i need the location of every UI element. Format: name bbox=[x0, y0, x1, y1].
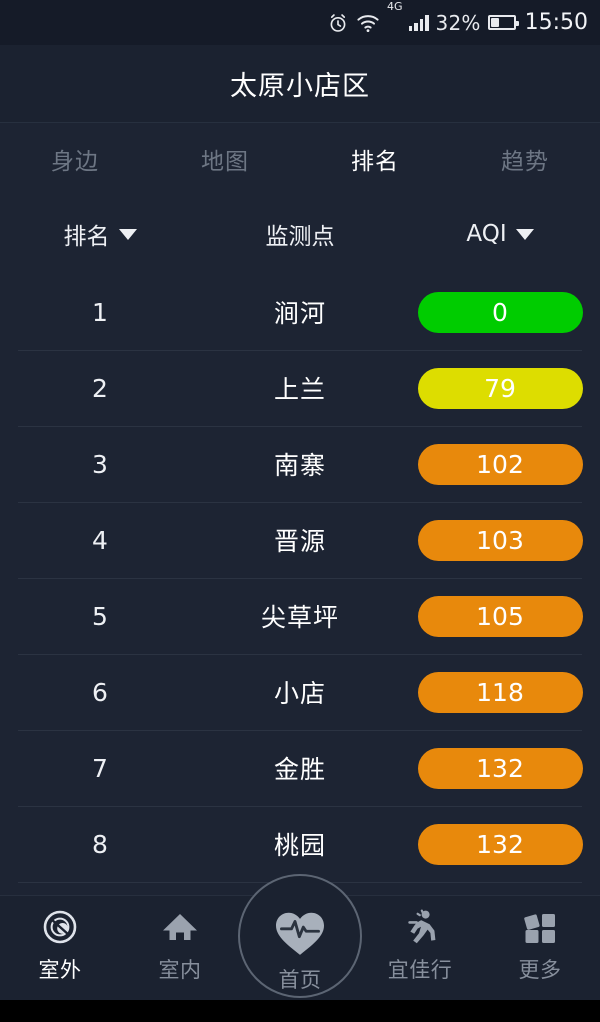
row-rank: 8 bbox=[92, 829, 108, 859]
column-header-rank[interactable]: 排名 bbox=[0, 217, 200, 251]
nav-item-more[interactable]: 更多 bbox=[480, 896, 600, 984]
row-rank: 4 bbox=[92, 525, 108, 555]
row-site: 小店 bbox=[273, 679, 326, 708]
cellular-signal-icon bbox=[408, 14, 429, 31]
table-row[interactable]: 8 桃园 132 bbox=[0, 806, 600, 882]
row-site: 上兰 bbox=[273, 375, 326, 404]
tab-nearby[interactable]: 身边 bbox=[0, 142, 150, 176]
battery-percent-label: 32% bbox=[435, 10, 481, 35]
row-aqi-cell: 79 bbox=[400, 367, 600, 409]
outdoor-orbit-icon bbox=[39, 907, 81, 947]
row-rank: 7 bbox=[92, 753, 108, 783]
row-aqi-cell: 132 bbox=[400, 823, 600, 865]
network-type-label: 4G bbox=[387, 0, 403, 13]
clock-label: 15:50 bbox=[524, 9, 588, 35]
row-site: 金胜 bbox=[273, 755, 326, 784]
row-rank: 1 bbox=[92, 297, 108, 327]
nav-label-more: 更多 bbox=[518, 958, 562, 982]
tab-ranking[interactable]: 排名 bbox=[300, 142, 450, 176]
table-row[interactable]: 3 南寨 102 bbox=[0, 426, 600, 502]
caret-down-icon bbox=[118, 228, 137, 240]
app-root: 4G 32% 15:50 太原小店区 身边 地图 排名 趋势 排名 监测点 AQ… bbox=[0, 0, 600, 1022]
table-row[interactable]: 1 涧河 0 bbox=[0, 274, 600, 350]
row-aqi-cell: 102 bbox=[400, 443, 600, 485]
title-bar: 太原小店区 bbox=[0, 45, 600, 122]
aqi-badge: 0 bbox=[417, 291, 583, 333]
nav-item-outdoor[interactable]: 室外 bbox=[0, 896, 120, 984]
row-rank: 3 bbox=[92, 449, 108, 479]
column-header-rank-label: 排名 bbox=[63, 224, 110, 250]
row-aqi-cell: 105 bbox=[400, 595, 600, 637]
tab-trend[interactable]: 趋势 bbox=[450, 142, 600, 176]
row-site: 南寨 bbox=[273, 451, 326, 480]
wifi-icon bbox=[356, 13, 380, 33]
status-bar: 4G 32% 15:50 bbox=[0, 0, 600, 45]
system-navigation-bar bbox=[0, 1000, 600, 1022]
row-site: 桃园 bbox=[273, 831, 326, 860]
grid-more-icon bbox=[519, 907, 561, 947]
row-site: 尖草坪 bbox=[260, 603, 339, 632]
aqi-badge: 132 bbox=[417, 823, 583, 865]
row-site: 晋源 bbox=[273, 527, 326, 556]
column-header-site: 监测点 bbox=[200, 217, 400, 251]
caret-down-icon bbox=[515, 228, 534, 240]
row-rank: 6 bbox=[92, 677, 108, 707]
tab-map[interactable]: 地图 bbox=[150, 142, 300, 176]
nav-item-travel[interactable]: 宜佳行 bbox=[360, 896, 480, 984]
column-header-aqi[interactable]: AQI bbox=[400, 221, 600, 247]
table-row[interactable]: 4 晋源 103 bbox=[0, 502, 600, 578]
alarm-clock-icon bbox=[327, 12, 349, 34]
nav-item-home[interactable]: 首页 bbox=[238, 874, 362, 998]
aqi-badge: 103 bbox=[417, 519, 583, 561]
aqi-badge: 132 bbox=[417, 747, 583, 789]
table-row[interactable]: 2 上兰 79 bbox=[0, 350, 600, 426]
nav-item-indoor[interactable]: 室内 bbox=[120, 896, 240, 984]
row-aqi-cell: 132 bbox=[400, 747, 600, 789]
nav-label-outdoor: 室外 bbox=[38, 958, 82, 982]
battery-icon bbox=[487, 15, 519, 30]
page-title: 太原小店区 bbox=[230, 71, 370, 102]
nav-label-indoor: 室内 bbox=[158, 958, 202, 982]
home-icon bbox=[159, 907, 201, 947]
aqi-badge: 79 bbox=[417, 367, 583, 409]
row-aqi-cell: 103 bbox=[400, 519, 600, 561]
row-rank: 5 bbox=[92, 601, 108, 631]
table-row[interactable]: 7 金胜 132 bbox=[0, 730, 600, 806]
row-aqi-cell: 0 bbox=[400, 291, 600, 333]
column-header-aqi-label: AQI bbox=[466, 221, 507, 247]
aqi-badge: 102 bbox=[417, 443, 583, 485]
column-header-row: 排名 监测点 AQI bbox=[0, 194, 600, 274]
column-header-site-label: 监测点 bbox=[265, 224, 335, 250]
aqi-badge: 105 bbox=[417, 595, 583, 637]
bottom-navigation-bar: 室外 室内 首页 宜佳行 更多 bbox=[0, 874, 600, 1000]
aqi-badge: 118 bbox=[417, 671, 583, 713]
tab-bar: 身边 地图 排名 趋势 bbox=[0, 122, 600, 194]
table-row[interactable]: 5 尖草坪 105 bbox=[0, 578, 600, 654]
heartbeat-icon bbox=[273, 909, 327, 957]
row-aqi-cell: 118 bbox=[400, 671, 600, 713]
running-person-icon bbox=[399, 907, 441, 947]
row-site: 涧河 bbox=[273, 299, 326, 328]
row-rank: 2 bbox=[92, 373, 108, 403]
nav-label-travel: 宜佳行 bbox=[387, 958, 453, 982]
ranking-list[interactable]: 1 涧河 0 2 上兰 79 3 南寨 102 4 晋源 103 5 尖草坪 1… bbox=[0, 274, 600, 895]
table-row[interactable]: 6 小店 118 bbox=[0, 654, 600, 730]
nav-label-home: 首页 bbox=[278, 968, 322, 992]
